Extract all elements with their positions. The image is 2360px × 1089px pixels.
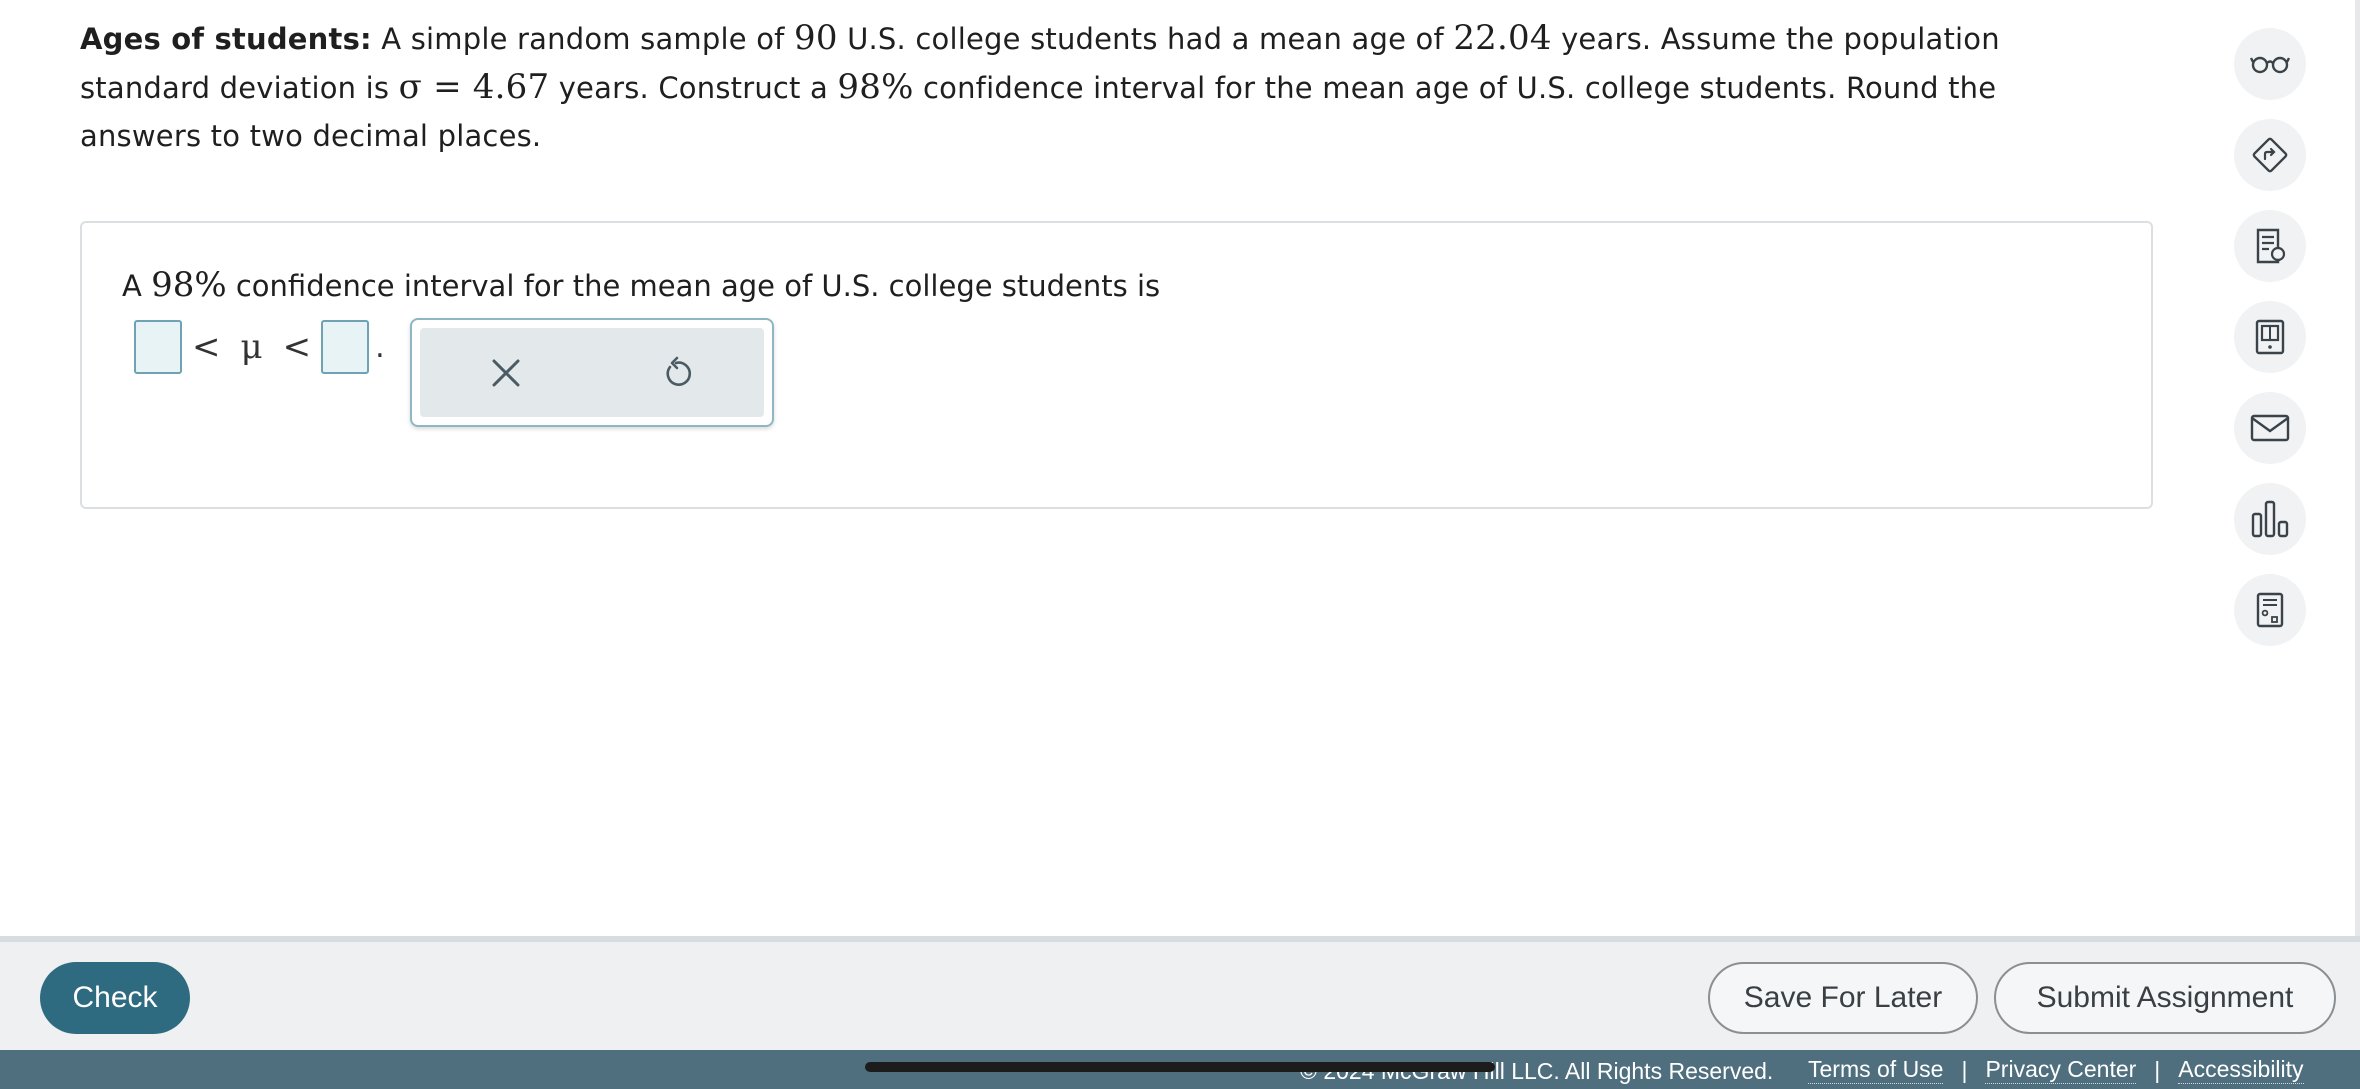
sample-size: 90 (793, 18, 838, 58)
mail-icon (2250, 414, 2290, 442)
less-than-symbol: < (282, 327, 312, 367)
confidence-level: 98% (837, 67, 914, 107)
hint-doc-icon (2256, 228, 2286, 264)
footer-separator: | (2154, 1056, 2161, 1083)
period: . (375, 329, 385, 365)
accessibility-link[interactable]: Accessibility (2178, 1056, 2304, 1084)
hint-button[interactable] (2234, 210, 2306, 282)
directions-icon (2252, 137, 2288, 173)
population-sd: σ = 4.67 (398, 67, 550, 107)
terms-of-use-link[interactable]: Terms of Use (1808, 1056, 1944, 1084)
undo-button[interactable] (648, 343, 708, 403)
question-text-part: U.S. college students had a mean age of (837, 22, 1454, 56)
close-icon (492, 359, 520, 386)
mu-symbol: μ (240, 327, 263, 367)
glasses-icon (2250, 56, 2290, 74)
ebook-button[interactable] (2234, 301, 2306, 373)
check-button[interactable]: Check (40, 962, 190, 1034)
clear-button[interactable] (476, 343, 536, 403)
calculator-icon (2256, 592, 2284, 628)
answer-panel: A 98% confidence interval for the mean a… (80, 221, 2153, 509)
prompt-text: confidence interval for the mean age of … (226, 269, 1161, 303)
question-title: Ages of students: (80, 22, 372, 56)
directions-button[interactable] (2234, 119, 2306, 191)
question-text-part: A simple random sample of (371, 22, 794, 56)
interval-row: < μ < . (134, 319, 385, 375)
lower-bound-input[interactable] (134, 320, 182, 374)
ebook-icon (2255, 319, 2285, 355)
undo-icon (666, 356, 691, 386)
question-text-part: years. Construct a (549, 71, 838, 105)
sample-mean: 22.04 (1453, 18, 1552, 58)
answer-prompt: A 98% confidence interval for the mean a… (122, 265, 1160, 306)
bar-chart-icon (2251, 500, 2289, 538)
performance-button[interactable] (2234, 483, 2306, 555)
less-than-symbol: < (192, 327, 221, 367)
home-indicator (865, 1062, 1495, 1072)
question-text: Ages of students: A simple random sample… (80, 14, 2120, 160)
input-toolbar (420, 328, 764, 417)
prompt-confidence: 98% (151, 265, 227, 305)
scrollbar[interactable] (2355, 0, 2360, 936)
upper-bound-input[interactable] (321, 320, 370, 374)
submit-assignment-button[interactable]: Submit Assignment (1994, 962, 2336, 1034)
save-for-later-button[interactable]: Save For Later (1708, 962, 1978, 1034)
footer-links: Terms of Use | Privacy Center | Accessib… (1808, 1056, 2304, 1084)
read-aloud-button[interactable] (2234, 28, 2306, 100)
input-toolbar-popup (410, 318, 774, 427)
calculator-button[interactable] (2234, 574, 2306, 646)
message-button[interactable] (2234, 392, 2306, 464)
footer-separator: | (1961, 1056, 1968, 1083)
privacy-center-link[interactable]: Privacy Center (1985, 1056, 2137, 1084)
prompt-text: A (122, 269, 152, 303)
action-bar: Check Save For Later Submit Assignment (0, 936, 2360, 1050)
